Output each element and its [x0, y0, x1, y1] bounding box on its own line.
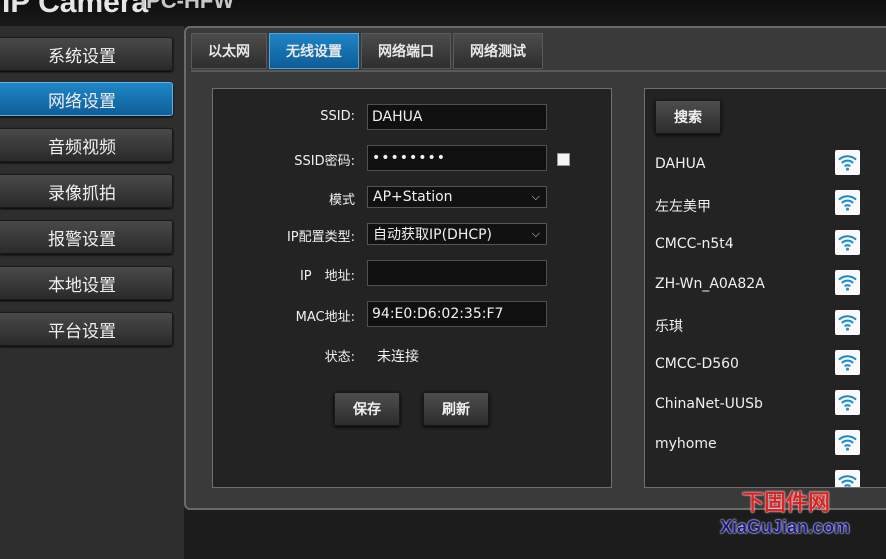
wifi-signal-icon[interactable] [835, 190, 860, 215]
refresh-button[interactable]: 刷新 [423, 392, 489, 426]
wifi-network-row[interactable]: ZH-Wn_A0A82A [655, 270, 886, 300]
sidebar: 系统设置 网络设置 音频视频 录像抓拍 报警设置 本地设置 平台设置 [0, 26, 184, 559]
mode-select-value: AP+Station [373, 189, 453, 205]
ip-address-input[interactable] [367, 260, 547, 286]
watermark-cn: 下固件网 [742, 491, 831, 516]
ip-address-label: IP 地址: [299, 269, 355, 284]
mac-address-label: MAC地址: [295, 310, 355, 325]
wifi-list-panel: 搜索 DAHUA 左左美甲 CMCC-n5t4 ZH-Wn_A0A82A 乐琪 CMCC-… [644, 88, 886, 488]
wifi-ssid-name: ZH-Wn_A0A82A [655, 276, 765, 292]
wifi-signal-icon[interactable] [835, 310, 860, 335]
app-header: IP Camera IPC-HFW [0, 0, 886, 26]
status-label: 状态: [324, 350, 355, 365]
chevron-down-icon: ⌵ [531, 190, 540, 203]
app-subtitle: IPC-HFW [140, 0, 235, 13]
wifi-ssid-name: 左左美甲 [655, 199, 711, 215]
sidebar-item-platform[interactable]: 平台设置 [0, 312, 173, 346]
wifi-signal-icon[interactable] [835, 430, 860, 455]
sidebar-item-network[interactable]: 网络设置 [0, 82, 173, 116]
ipconfig-select-value: 自动获取IP(DHCP) [373, 227, 493, 243]
tab-bar: 以太网 无线设置 网络端口 网络测试 [191, 33, 886, 71]
tab-network-test[interactable]: 网络测试 [453, 33, 543, 69]
tab-ethernet[interactable]: 以太网 [191, 33, 267, 69]
show-password-checkbox[interactable] [557, 153, 570, 166]
wifi-signal-icon[interactable] [835, 150, 860, 175]
tab-divider [191, 70, 886, 72]
status-value: 未连接 [377, 349, 419, 365]
save-button[interactable]: 保存 [334, 392, 400, 426]
wifi-network-row[interactable]: DAHUA [655, 150, 886, 180]
chevron-down-icon: ⌵ [531, 227, 540, 240]
sidebar-item-audio-video[interactable]: 音频视频 [0, 128, 173, 162]
wifi-ssid-name: myhome [655, 436, 717, 452]
wifi-ssid-name: CMCC-n5t4 [655, 236, 734, 252]
mode-label: 模式 [328, 193, 355, 208]
ipconfig-select[interactable]: 自动获取IP(DHCP) ⌵ [367, 223, 547, 245]
ssid-input[interactable]: DAHUA [367, 104, 547, 130]
wifi-network-row[interactable]: CMCC-n5t4 [655, 230, 886, 260]
sidebar-item-alarm[interactable]: 报警设置 [0, 220, 173, 254]
wifi-network-row[interactable]: CMCC-D560 [655, 350, 886, 380]
mode-select[interactable]: AP+Station ⌵ [367, 186, 547, 208]
wireless-form: SSID: DAHUA SSID密码: •••••••• 模式 AP+Stati… [212, 88, 612, 488]
wifi-network-row[interactable]: 左左美甲 [655, 190, 886, 220]
main-panel: 以太网 无线设置 网络端口 网络测试 SSID: DAHUA SSID密码: •… [184, 26, 886, 510]
search-button[interactable]: 搜索 [655, 100, 721, 134]
sidebar-item-system[interactable]: 系统设置 [0, 37, 173, 71]
watermark: 下固件网 XiaGuJian.com [718, 483, 886, 543]
ipconfig-label: IP配置类型: [286, 230, 355, 245]
ssid-label: SSID: [320, 109, 355, 124]
wifi-network-row[interactable]: 乐琪 [655, 310, 886, 340]
mac-address-field: 94:E0:D6:02:35:F7 [367, 301, 547, 327]
password-input[interactable]: •••••••• [367, 145, 547, 171]
app-title: IP Camera [2, 0, 149, 19]
wifi-network-row[interactable]: ChinaNet-UUSb [655, 390, 886, 420]
sidebar-item-record-snapshot[interactable]: 录像抓拍 [0, 174, 173, 208]
wifi-network-row[interactable]: myhome [655, 430, 886, 460]
password-label: SSID密码: [294, 154, 355, 169]
tab-wireless[interactable]: 无线设置 [269, 33, 359, 69]
wifi-signal-icon[interactable] [835, 230, 860, 255]
wifi-signal-icon[interactable] [835, 390, 860, 415]
wifi-ssid-name: DAHUA [655, 156, 706, 172]
watermark-url: XiaGuJian.com [720, 517, 851, 537]
wifi-ssid-name: ChinaNet-UUSb [655, 396, 763, 412]
wifi-signal-icon[interactable] [835, 270, 860, 295]
wifi-ssid-name: 乐琪 [655, 319, 683, 335]
wifi-signal-icon[interactable] [835, 350, 860, 375]
sidebar-item-local[interactable]: 本地设置 [0, 266, 173, 300]
tab-network-port[interactable]: 网络端口 [361, 33, 451, 69]
wifi-ssid-name: CMCC-D560 [655, 356, 739, 372]
